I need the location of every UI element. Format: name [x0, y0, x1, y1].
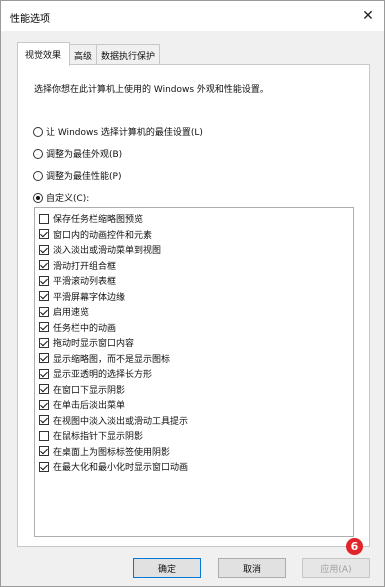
checkbox-item[interactable]: 在窗口下显示阴影 [39, 383, 125, 396]
checkbox[interactable] [39, 384, 49, 394]
checkbox-item[interactable]: 显示亚透明的选择长方形 [39, 367, 152, 380]
radio-label: 调整为最佳性能(P) [46, 172, 122, 182]
checkbox-item[interactable]: 在视图中淡入淡出或滑动工具提示 [39, 414, 188, 427]
checkbox[interactable] [39, 306, 49, 317]
checkbox[interactable] [39, 244, 49, 255]
checkbox-item[interactable]: 窗口内的动画控件和元素 [39, 228, 152, 241]
tab-strip: 视觉效果 高级 数据执行保护 [17, 42, 161, 66]
checkbox-label: 启用速览 [53, 308, 90, 318]
checkbox[interactable] [39, 229, 49, 239]
radio-let-windows-choose[interactable]: 让 Windows 选择计算机的最佳设置(L) [33, 125, 203, 138]
radio-best-performance[interactable]: 调整为最佳性能(P) [33, 169, 121, 182]
radio-button[interactable] [33, 148, 43, 159]
checkbox[interactable] [39, 446, 49, 456]
checkbox[interactable] [39, 353, 49, 363]
radio-button[interactable] [33, 126, 43, 137]
checkbox-item[interactable]: 任务栏中的动画 [39, 321, 116, 334]
visual-effects-checkbox-list[interactable]: 保存任务栏缩略图预览 窗口内的动画控件和元素 淡入淡出或滑动菜单到视图 滑动打开… [34, 207, 354, 537]
checkbox[interactable] [39, 213, 49, 224]
tab-data-execution-prevention[interactable]: 数据执行保护 [96, 44, 161, 65]
checkbox[interactable] [39, 337, 49, 348]
radio-best-appearance[interactable]: 调整为最佳外观(B) [33, 147, 122, 160]
checkbox-item[interactable]: 平滑滚动列表框 [39, 274, 116, 287]
checkbox-item[interactable]: 在单击后淡出菜单 [39, 398, 125, 411]
checkbox[interactable] [39, 322, 49, 332]
checkbox-label: 在桌面上为图标标签使用阴影 [53, 447, 171, 458]
radio-custom[interactable]: 自定义(C): [33, 191, 89, 204]
checkbox-label: 平滑滚动列表框 [53, 277, 117, 287]
checkbox-label: 在鼠标指针下显示阴影 [53, 432, 144, 442]
checkbox[interactable] [39, 399, 49, 410]
checkbox-item[interactable]: 显示缩略图，而不是显示图标 [39, 352, 170, 365]
checkbox-item[interactable]: 滑动打开组合框 [39, 259, 116, 272]
checkbox-item[interactable]: 平滑屏幕字体边缘 [39, 290, 125, 303]
visual-effects-panel: 选择你想在此计算机上使用的 Windows 外观和性能设置。 让 Windows… [17, 64, 370, 547]
step-number-badge: 6 [346, 538, 363, 555]
radio-label: 让 Windows 选择计算机的最佳设置(L) [46, 128, 203, 138]
checkbox[interactable] [39, 430, 49, 441]
window-title: 性能选项 [10, 14, 50, 25]
checkbox[interactable] [39, 415, 49, 425]
checkbox-item[interactable]: 保存任务栏缩略图预览 [39, 212, 143, 225]
checkbox-label: 在最大化和最小化时显示窗口动画 [53, 463, 189, 473]
checkbox[interactable] [39, 260, 49, 270]
tab-visual-effects[interactable]: 视觉效果 [17, 42, 71, 66]
title-bar: 性能选项 ✕ [1, 1, 384, 31]
checkbox[interactable] [39, 368, 49, 379]
radio-button[interactable] [33, 170, 43, 181]
radio-button-selected[interactable] [33, 192, 43, 203]
checkbox-label: 滑动打开组合框 [53, 261, 117, 272]
checkbox-item[interactable]: 在桌面上为图标标签使用阴影 [39, 445, 170, 458]
checkbox-label: 淡入淡出或滑动菜单到视图 [53, 246, 162, 256]
checkbox-item[interactable]: 淡入淡出或滑动菜单到视图 [39, 243, 161, 256]
checkbox-item[interactable]: 在鼠标指针下显示阴影 [39, 429, 143, 442]
cancel-button[interactable]: 取消 [218, 558, 286, 578]
radio-label: 调整为最佳外观(B) [46, 150, 123, 160]
tab-advanced[interactable]: 高级 [69, 44, 98, 65]
checkbox-label: 显示缩略图，而不是显示图标 [53, 354, 171, 365]
checkbox-label: 任务栏中的动画 [53, 323, 117, 334]
radio-label: 自定义(C): [46, 194, 90, 204]
checkbox-label: 窗口内的动画控件和元素 [53, 230, 153, 241]
checkbox-label: 拖动时显示窗口内容 [53, 339, 135, 349]
ok-button[interactable]: 确定 [133, 558, 201, 578]
checkbox-label: 在窗口下显示阴影 [53, 385, 126, 396]
checkbox-item[interactable]: 拖动时显示窗口内容 [39, 336, 134, 349]
apply-button[interactable]: 应用(A) [302, 558, 370, 578]
panel-description: 选择你想在此计算机上使用的 Windows 外观和性能设置。 [34, 85, 269, 95]
checkbox-item[interactable]: 启用速览 [39, 305, 89, 318]
close-icon[interactable]: ✕ [358, 6, 378, 26]
checkbox-label: 在视图中淡入淡出或滑动工具提示 [53, 416, 189, 427]
checkbox-label: 平滑屏幕字体边缘 [53, 292, 126, 303]
checkbox-label: 显示亚透明的选择长方形 [53, 370, 153, 380]
checkbox[interactable] [39, 461, 49, 472]
checkbox-label: 在单击后淡出菜单 [53, 401, 126, 411]
checkbox[interactable] [39, 275, 49, 286]
checkbox-label: 保存任务栏缩略图预览 [53, 215, 144, 225]
checkbox-item[interactable]: 在最大化和最小化时显示窗口动画 [39, 460, 188, 473]
checkbox[interactable] [39, 291, 49, 301]
performance-options-dialog: 性能选项 ✕ 视觉效果 高级 数据执行保护 选择你想在此计算机上使用的 Wind… [0, 0, 385, 587]
